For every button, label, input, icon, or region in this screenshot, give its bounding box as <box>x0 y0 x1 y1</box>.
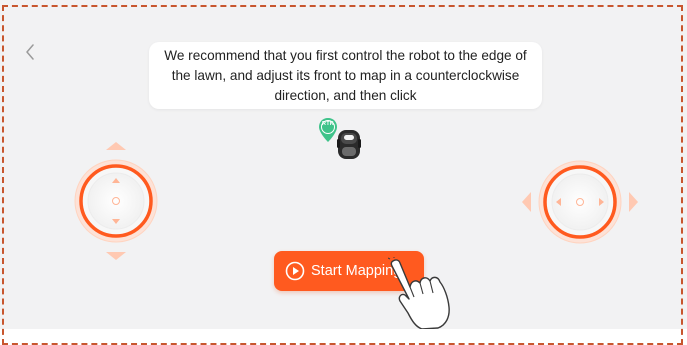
down-arrow-icon <box>106 252 126 260</box>
instruction-text: We recommend that you first control the … <box>164 47 527 103</box>
instruction-bubble: We recommend that you first control the … <box>149 42 542 109</box>
back-button[interactable] <box>20 40 40 64</box>
robot-mower-icon <box>337 130 361 159</box>
right-arrow-icon <box>629 192 638 212</box>
pointing-hand-icon <box>388 257 450 329</box>
chevron-left-icon <box>26 44 34 60</box>
left-arrow-icon <box>522 192 531 212</box>
play-circle-icon <box>285 261 305 281</box>
mapping-screen: We recommend that you first control the … <box>0 0 687 345</box>
up-arrow-icon <box>106 142 126 150</box>
left-joystick[interactable] <box>70 138 162 264</box>
rtk-label: RTK <box>322 121 334 127</box>
right-joystick[interactable] <box>518 155 642 249</box>
